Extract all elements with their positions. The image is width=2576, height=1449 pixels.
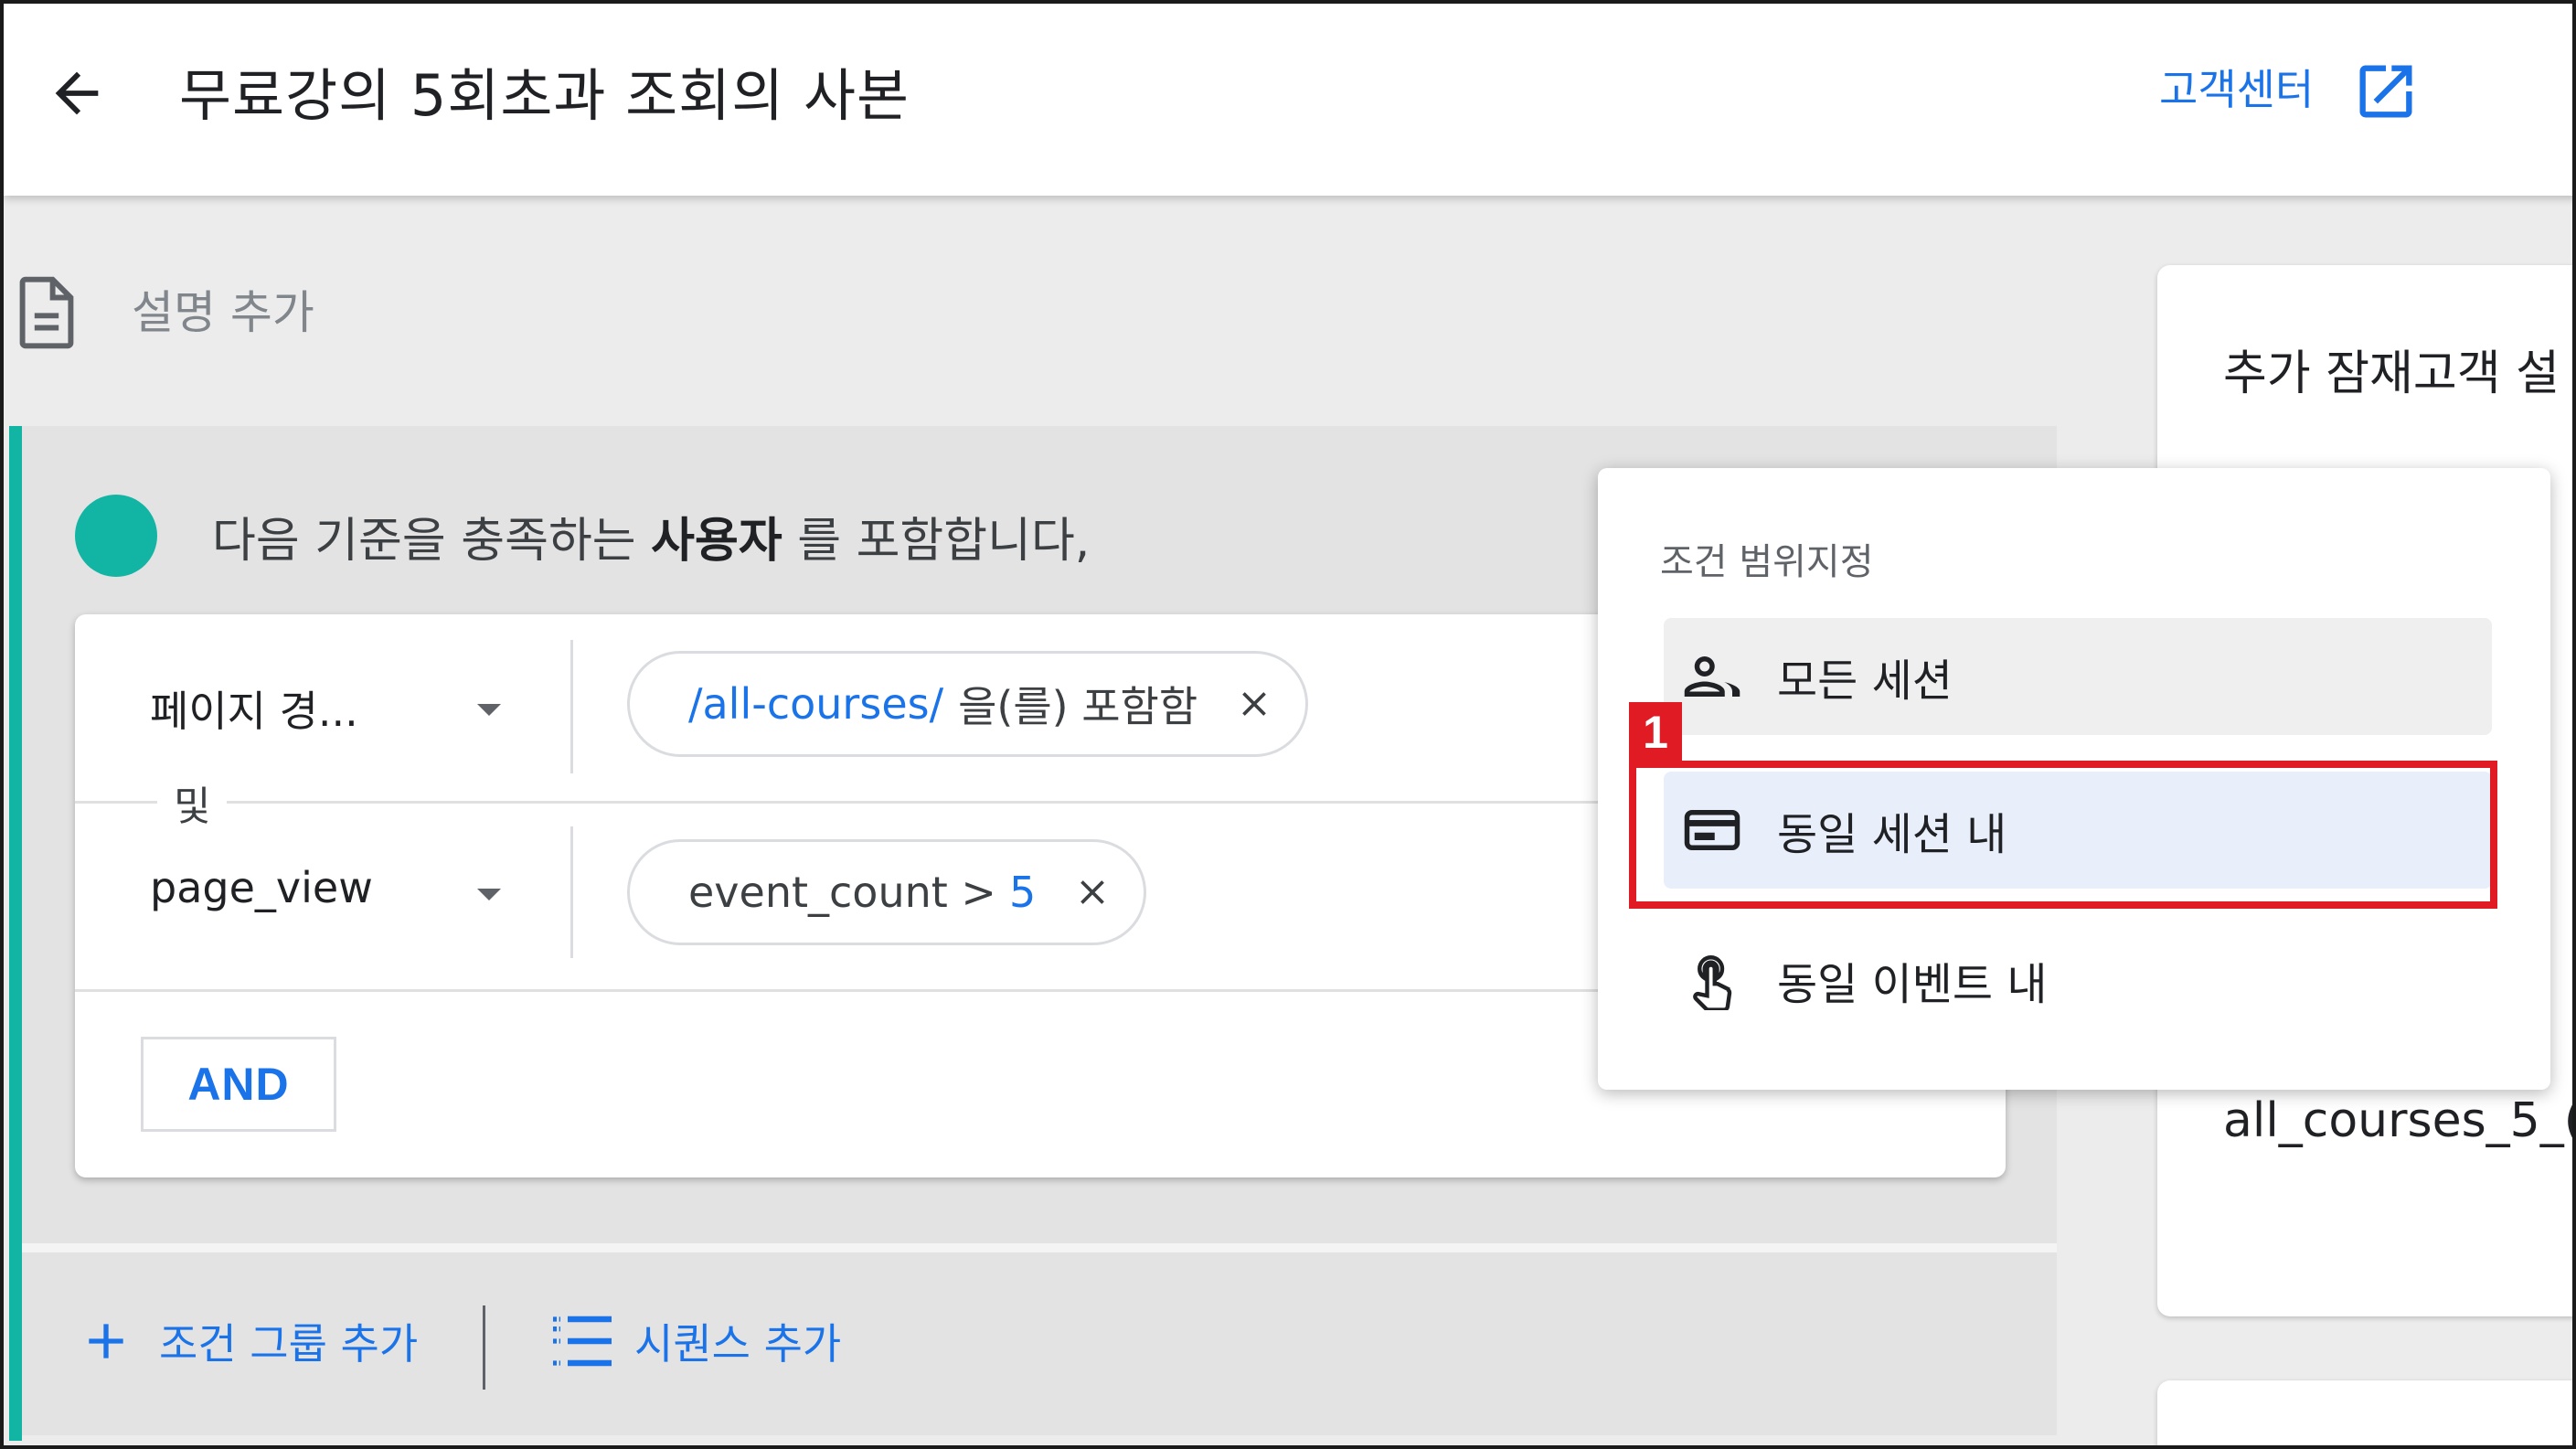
include-prefix: 다음 기준을 충족하는 (212, 514, 636, 569)
secondary-panel (2157, 1380, 2572, 1445)
menu-item-all-sessions[interactable]: 모든 세션 (1664, 618, 2492, 735)
and-button[interactable]: AND (141, 1037, 336, 1132)
include-subject-dropdown[interactable]: 사용자 (651, 514, 782, 569)
condition-chip-page-path[interactable]: /all-courses/ 을(를) 포함함 (627, 651, 1309, 757)
menu-item-label: 동일 이벤트 내 (1777, 959, 2048, 1010)
add-description-field[interactable]: 설명 추가 (132, 276, 314, 342)
document-icon (16, 276, 77, 349)
menu-title: 조건 범위지정 (1660, 541, 1874, 583)
include-suffix: 를 포함합니다, (797, 514, 1091, 569)
app-header: 무료강의 5회초과 조회의 사본 고객센터 (4, 4, 2572, 196)
close-icon[interactable] (1234, 684, 1274, 724)
chip-value: 5 (1008, 868, 1037, 917)
annotation-highlight-box (1629, 761, 2497, 909)
screen: 무료강의 5회초과 조회의 사본 고객센터 설명 추가 다음 기준을 충족하는 … (0, 0, 2576, 1449)
chevron-down-icon[interactable] (477, 704, 501, 716)
chip-param: event_count > (688, 868, 996, 917)
chevron-down-icon[interactable] (477, 889, 501, 900)
group-accent-stripe (9, 426, 22, 1441)
add-sequence-button[interactable]: 시퀀스 추가 (550, 1311, 841, 1371)
menu-item-same-event[interactable]: 동일 이벤트 내 (1664, 922, 2492, 1039)
dimension-selector-event[interactable]: page_view (150, 863, 373, 912)
footer-divider (483, 1305, 485, 1390)
annotation-badge: 1 (1629, 702, 1682, 762)
and-connector-label: 및 (157, 773, 228, 832)
add-sequence-label: 시퀀스 추가 (634, 1319, 842, 1369)
sequence-list-icon (553, 1316, 612, 1367)
panel-title: 추가 잠재고객 설 (2223, 346, 2560, 401)
chip-operator: 을(를) 포함함 (958, 682, 1198, 731)
group-status-dot (75, 495, 157, 577)
condition-chip-event-count[interactable]: event_count > 5 (627, 839, 1147, 945)
add-condition-group-button[interactable]: 조건 그룹 추가 (77, 1311, 418, 1371)
dimension-selector-page-path[interactable]: 페이지 경... (150, 678, 358, 739)
close-icon[interactable] (1072, 872, 1112, 912)
page-title: 무료강의 5회초과 조회의 사본 (179, 62, 910, 129)
menu-item-label: 모든 세션 (1777, 655, 1953, 707)
group-divider (22, 1243, 2057, 1252)
open-in-new-icon[interactable] (2351, 57, 2421, 126)
divider (570, 640, 573, 773)
help-center-link[interactable]: 고객센터 (2159, 57, 2314, 117)
people-icon (1680, 645, 1744, 709)
include-users-statement: 다음 기준을 충족하는 사용자 를 포함합니다, (212, 502, 1090, 570)
plus-icon (89, 1324, 123, 1358)
back-arrow-icon[interactable] (40, 57, 113, 130)
touch-icon (1680, 948, 1744, 1012)
audience-name-value: all_courses_5_( (2223, 1093, 2576, 1148)
add-condition-group-label: 조건 그룹 추가 (159, 1319, 419, 1369)
divider (570, 826, 573, 958)
chip-value: /all-courses/ (688, 679, 944, 729)
